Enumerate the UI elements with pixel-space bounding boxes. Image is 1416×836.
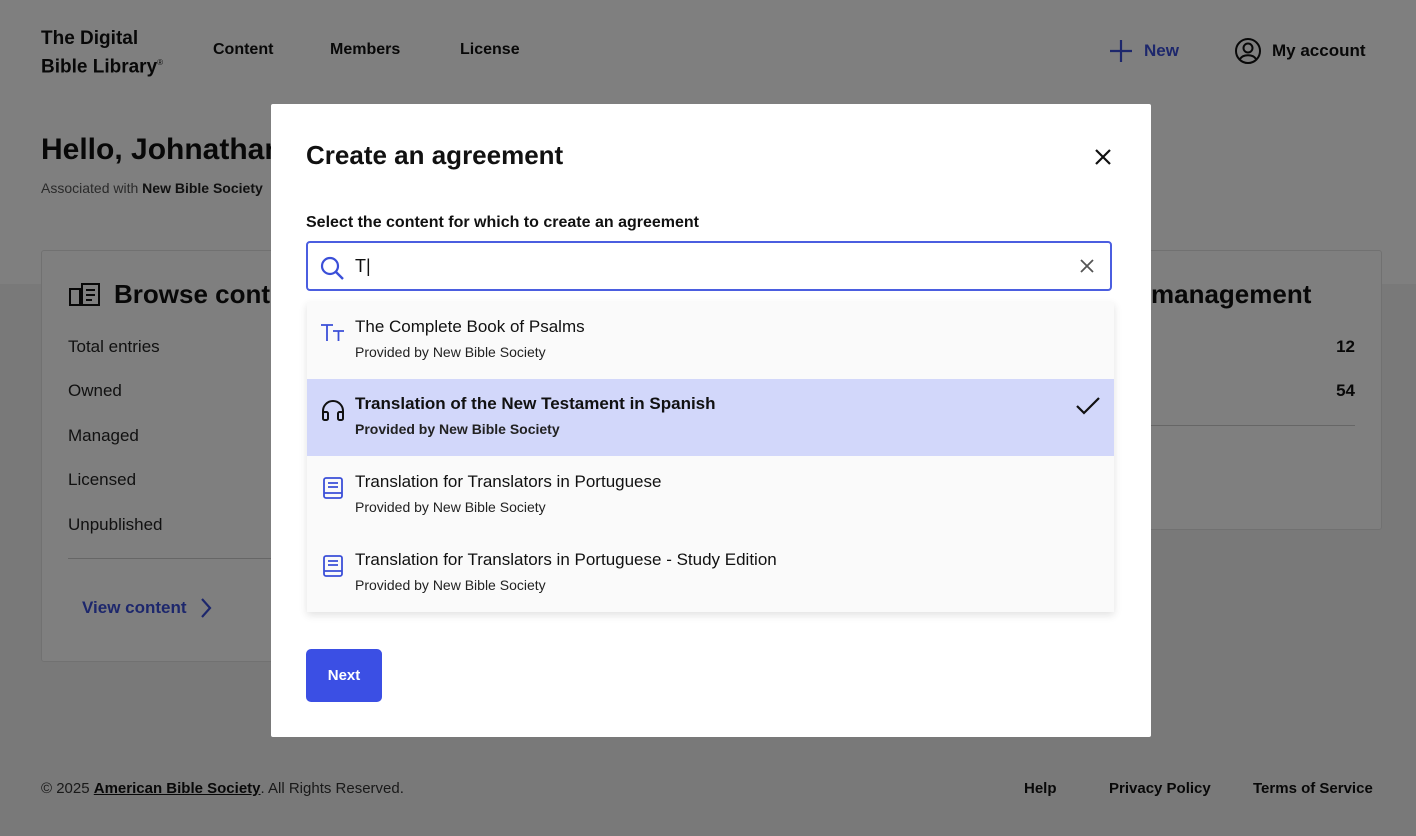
headphones-icon (320, 397, 346, 423)
option-title: The Complete Book of Psalms (355, 317, 585, 336)
close-button[interactable] (1090, 144, 1116, 170)
search-icon (320, 256, 344, 280)
select-content-label: Select the content for which to create a… (306, 214, 699, 231)
clear-search-icon[interactable] (1078, 257, 1096, 275)
close-icon (1095, 149, 1111, 165)
search-input[interactable] (355, 253, 1055, 279)
search-field[interactable] (306, 241, 1112, 291)
option-subtitle: Provided by New Bible Society (355, 499, 546, 515)
option-nt-spanish-selected[interactable]: Translation of the New Testament in Span… (307, 379, 1114, 456)
book-icon (320, 475, 346, 501)
content-dropdown: The Complete Book of Psalms Provided by … (307, 302, 1114, 612)
option-title: Translation of the New Testament in Span… (355, 394, 716, 413)
modal-title: Create an agreement (306, 140, 564, 170)
book-icon (320, 553, 346, 579)
check-icon (1076, 397, 1100, 415)
text-icon (320, 320, 346, 346)
option-title: Translation for Translators in Portugues… (355, 472, 662, 491)
next-button[interactable]: Next (306, 649, 382, 702)
option-translators-portuguese[interactable]: Translation for Translators in Portugues… (307, 457, 1114, 534)
option-complete-book-of-psalms[interactable]: The Complete Book of Psalms Provided by … (307, 302, 1114, 379)
option-translators-portuguese-study[interactable]: Translation for Translators in Portugues… (307, 535, 1114, 612)
create-agreement-modal: Create an agreement Select the content f… (271, 104, 1151, 737)
option-subtitle: Provided by New Bible Society (355, 421, 560, 437)
option-title: Translation for Translators in Portugues… (355, 550, 777, 569)
option-subtitle: Provided by New Bible Society (355, 344, 546, 360)
option-subtitle: Provided by New Bible Society (355, 577, 546, 593)
